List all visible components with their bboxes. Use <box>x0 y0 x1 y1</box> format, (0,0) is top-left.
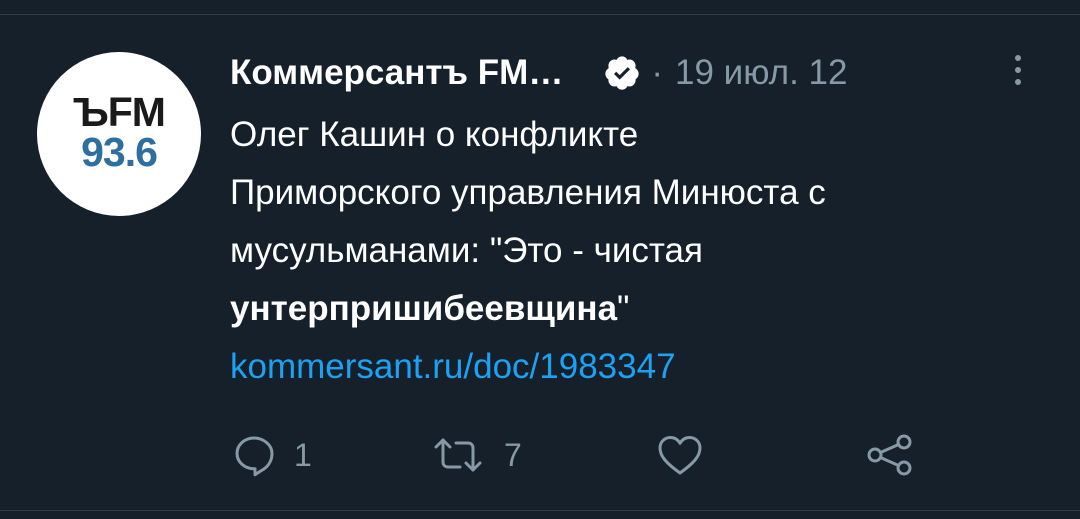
reply-bubble-icon <box>232 433 276 477</box>
share-icon <box>866 433 914 477</box>
reply-count: 1 <box>294 436 312 473</box>
reply-button[interactable]: 1 <box>232 425 312 485</box>
tweet-link[interactable]: kommersant.ru/doc/1983347 <box>230 347 676 386</box>
heart-icon <box>656 433 704 477</box>
tweet-header: Коммерсантъ FM… · 19 июл. 12 <box>230 50 847 96</box>
author-name[interactable]: Коммерсантъ FM… <box>230 53 563 93</box>
tweet-date[interactable]: 19 июл. 12 <box>675 53 848 93</box>
closing-quote: " <box>617 289 630 328</box>
tweet-text-line: Приморского управления Минюста с <box>230 173 826 212</box>
like-button[interactable] <box>656 425 704 485</box>
tweet-text-line-bold: унтерпришибеевщина" <box>230 280 1050 338</box>
verified-badge-icon <box>603 54 641 92</box>
retweet-count: 7 <box>504 436 522 473</box>
tweet-text: Олег Кашин о конфликте Приморского управ… <box>230 106 1050 396</box>
retweet-icon <box>430 433 486 477</box>
tweet-text-line: мусульманами: "Это - чистая <box>230 231 703 270</box>
avatar[interactable]: ЪFM 93.6 <box>37 52 201 216</box>
avatar-logo-frequency: 93.6 <box>81 129 158 175</box>
share-button[interactable] <box>866 425 914 485</box>
separator-dot: · <box>651 53 663 92</box>
avatar-logo-text: ЪFM <box>73 89 166 135</box>
retweet-button[interactable]: 7 <box>430 425 522 485</box>
tweet-text-line: Олег Кашин о конфликте <box>230 115 639 154</box>
more-vertical-icon[interactable] <box>1008 50 1028 90</box>
bottom-divider <box>0 510 1080 511</box>
top-divider <box>0 14 1080 15</box>
bold-word: унтерпришибеевщина <box>230 289 618 328</box>
tweet-actions: 1 7 <box>230 425 990 485</box>
tweet-card[interactable]: ЪFM 93.6 Коммерсантъ FM… · 19 июл. 12 Ол… <box>0 0 1080 519</box>
